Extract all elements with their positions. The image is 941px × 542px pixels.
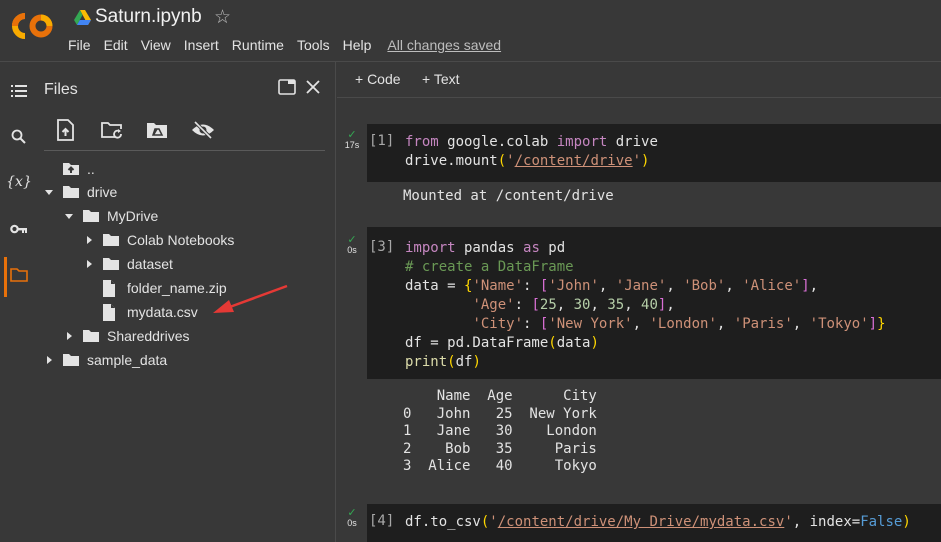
output-line: 2 Bob 35 Paris: [403, 440, 597, 457]
parent-folder-icon: [62, 161, 80, 177]
colab-logo[interactable]: [12, 13, 54, 39]
caret-right-icon[interactable]: [82, 257, 96, 271]
folder-icon: [82, 208, 100, 224]
file-icon: [102, 279, 120, 297]
files-divider: [44, 150, 325, 151]
tree-item-colab-notebooks[interactable]: Colab Notebooks: [82, 229, 234, 251]
output-line: Name Age City: [403, 388, 597, 404]
cell-status: ✓ 17s: [341, 129, 363, 151]
tree-item-dataset[interactable]: dataset: [82, 253, 173, 275]
folder-icon: [82, 328, 100, 344]
check-icon: ✓: [347, 234, 357, 246]
cell-code[interactable]: from google.colab import drive drive.mou…: [405, 133, 658, 171]
tree-item-label: MyDrive: [107, 208, 159, 224]
add-text-button[interactable]: + Text: [422, 71, 460, 87]
active-indicator: [4, 257, 7, 297]
check-icon: ✓: [347, 507, 357, 519]
menu-bar: File Edit View Insert Runtime Tools Help…: [68, 37, 514, 53]
table-of-contents-icon[interactable]: [8, 80, 30, 102]
menu-tools[interactable]: Tools: [297, 37, 330, 53]
cell-code[interactable]: df.to_csv('/content/drive/My Drive/mydat…: [405, 513, 911, 532]
execution-count: [4]: [369, 513, 395, 529]
tree-item-mydata-csv[interactable]: mydata.csv: [102, 301, 198, 323]
tree-item-label: drive: [87, 184, 118, 200]
upload-file-icon[interactable]: [56, 118, 101, 142]
tree-item-label: folder_name.zip: [127, 280, 227, 296]
close-icon[interactable]: [302, 76, 324, 98]
open-in-tab-icon[interactable]: [276, 76, 298, 98]
tree-item-folder-name-zip[interactable]: folder_name.zip: [102, 277, 227, 299]
menu-help[interactable]: Help: [343, 37, 372, 53]
notebook-cells: ✓ 17s [1] from google.colab import drive…: [337, 99, 941, 542]
tree-item-drive[interactable]: drive: [42, 181, 117, 203]
cell-status: ✓ 0s: [341, 234, 363, 256]
output-line: 1 Jane 30 London: [403, 423, 597, 439]
folder-icon: [62, 352, 80, 368]
hide-files-icon[interactable]: [191, 118, 236, 142]
caret-right-icon[interactable]: [82, 233, 96, 247]
execution-count: [1]: [369, 133, 395, 149]
star-icon[interactable]: ☆: [214, 6, 231, 29]
folder-icon[interactable]: [8, 264, 30, 286]
folder-icon: [102, 232, 120, 248]
tree-item-label: dataset: [127, 256, 173, 272]
refresh-folder-icon[interactable]: [101, 118, 146, 142]
folder-icon: [62, 184, 80, 200]
cell-status: ✓ 0s: [341, 507, 363, 529]
tree-item-label: ..: [87, 161, 95, 177]
output-line: 3 Alice 40 Tokyo: [403, 458, 597, 474]
add-code-button[interactable]: + Code: [355, 71, 401, 87]
menu-edit[interactable]: Edit: [104, 37, 128, 53]
tree-item-label: Colab Notebooks: [127, 232, 235, 248]
caret-down-icon[interactable]: [42, 185, 56, 199]
menu-insert[interactable]: Insert: [184, 37, 219, 53]
tree-item-label: Shareddrives: [107, 328, 190, 344]
cell-code[interactable]: import pandas as pd # create a DataFrame…: [405, 239, 886, 372]
execution-count: [3]: [369, 239, 395, 255]
cell-output: Mounted at /content/drive: [403, 188, 614, 204]
code-cell[interactable]: [3] import pandas as pd # create a DataF…: [367, 227, 941, 379]
variables-icon[interactable]: {x}: [6, 171, 32, 193]
menu-file[interactable]: File: [68, 37, 91, 53]
notebook-toolbar: + Code + Text: [337, 62, 941, 98]
notebook-area: + Code + Text ✓ 17s [1] from google.cola…: [337, 62, 941, 542]
tree-item-label: sample_data: [87, 352, 168, 368]
dataframe-output: Name Age City 0 John 25 New York 1 Jane 30…: [403, 388, 597, 476]
tree-item-mydrive[interactable]: MyDrive: [62, 205, 158, 227]
activity-bar: {x}: [0, 62, 36, 542]
caret-down-icon[interactable]: [62, 209, 76, 223]
app-header: Saturn.ipynb ☆ File Edit View Insert Run…: [0, 0, 941, 62]
cell-duration: 0s: [347, 245, 357, 255]
save-status-link[interactable]: All changes saved: [387, 37, 501, 53]
search-icon[interactable]: [8, 126, 30, 148]
cell-duration: 0s: [347, 518, 357, 528]
caret-right-icon[interactable]: [62, 329, 76, 343]
menu-view[interactable]: View: [141, 37, 171, 53]
files-toolbar: [56, 118, 236, 142]
caret-right-icon[interactable]: [42, 353, 56, 367]
mount-drive-icon[interactable]: [146, 118, 191, 142]
tree-item-label: mydata.csv: [127, 304, 198, 320]
cell-duration: 17s: [344, 140, 360, 150]
files-panel: Files .. drive MyDrive Colab Notebooks d…: [36, 62, 336, 542]
tree-item-shareddrives[interactable]: Shareddrives: [62, 325, 190, 347]
google-drive-icon[interactable]: [74, 10, 91, 25]
folder-icon: [102, 256, 120, 272]
code-cell[interactable]: [1] from google.colab import drive drive…: [367, 124, 941, 182]
check-icon: ✓: [347, 129, 357, 141]
tree-item-parent[interactable]: ..: [62, 158, 95, 180]
notebook-title[interactable]: Saturn.ipynb: [95, 6, 202, 28]
files-panel-title: Files: [44, 81, 78, 98]
menu-runtime[interactable]: Runtime: [232, 37, 284, 53]
code-cell[interactable]: [4] df.to_csv('/content/drive/My Drive/m…: [367, 504, 941, 542]
key-icon[interactable]: [8, 218, 30, 240]
output-line: 0 John 25 New York: [403, 405, 597, 422]
file-icon: [102, 303, 120, 321]
tree-item-sample-data[interactable]: sample_data: [42, 349, 167, 371]
